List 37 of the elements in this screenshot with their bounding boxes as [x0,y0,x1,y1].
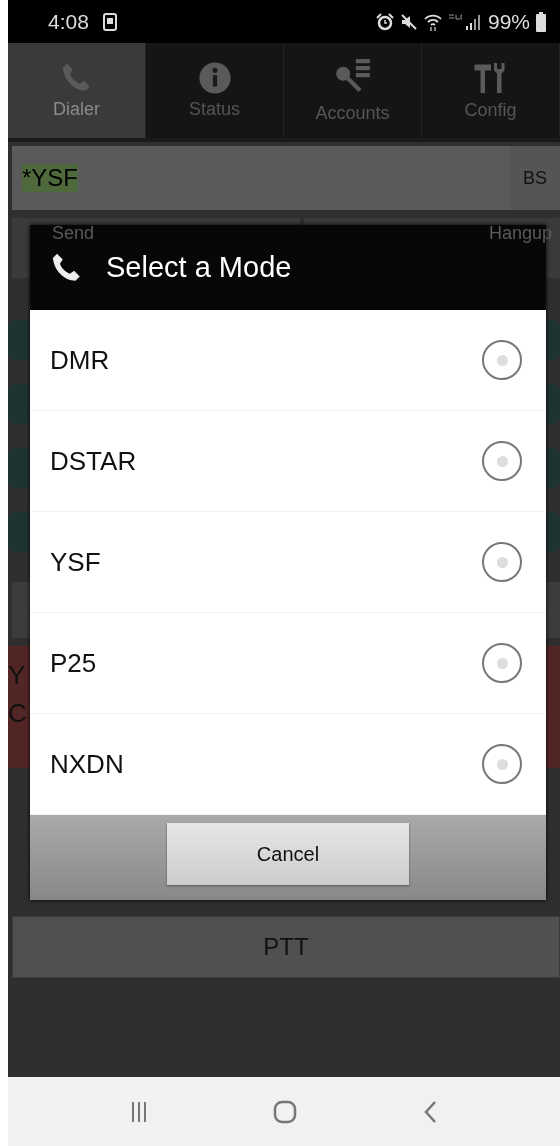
tab[interactable]: Status [146,43,284,138]
dialog-title: Select a Mode [106,251,292,284]
log-line: C [8,697,27,730]
backspace-button[interactable]: BS [510,146,560,210]
radio-button[interactable] [482,643,522,683]
mode-option[interactable]: P25 [30,613,546,714]
mute-icon [399,12,418,31]
info-icon [197,61,232,95]
mode-option[interactable]: YSF [30,512,546,613]
clock-time: 4:08 [48,9,89,34]
ptt-button[interactable]: PTT [12,916,560,978]
dial-field[interactable]: *YSF [12,146,510,210]
alarm-icon [375,12,394,31]
battery-icon [536,11,546,32]
battery-percent: 99% [487,9,530,34]
mode-option[interactable]: DSTAR [30,411,546,512]
mode-option[interactable]: NXDN [30,714,546,815]
tab[interactable]: Dialer [8,43,146,138]
mode-option[interactable]: DMR [30,310,546,411]
cancel-button[interactable]: Cancel [167,823,409,885]
tab[interactable]: Accounts [284,43,422,138]
tab[interactable]: Config [422,43,560,138]
log-line: Y [8,659,26,692]
radio-button[interactable] [482,441,522,481]
screenshot-icon [102,12,117,31]
home-icon[interactable] [273,1099,297,1124]
radio-button[interactable] [482,340,522,380]
option-label: NXDN [50,748,124,780]
radio-button[interactable] [482,744,522,784]
wifi-icon [423,12,442,31]
radio-button[interactable] [482,542,522,582]
recent-apps-icon[interactable] [131,1100,147,1123]
back-icon[interactable] [423,1099,437,1124]
option-label: DSTAR [50,445,137,477]
option-label: YSF [50,546,101,578]
option-label: DMR [50,344,110,376]
option-label: P25 [50,647,97,679]
